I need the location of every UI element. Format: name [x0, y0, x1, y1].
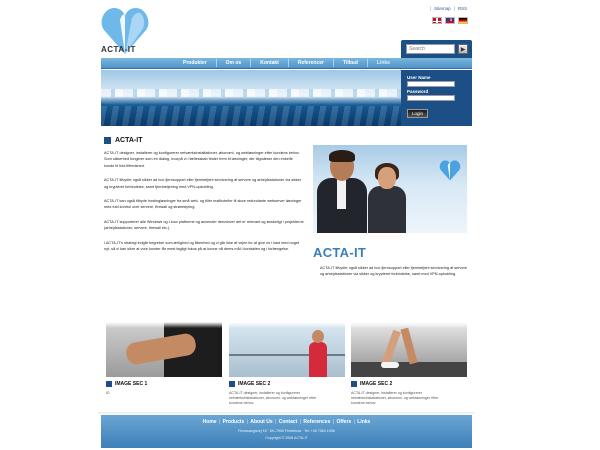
header-banner-image — [101, 70, 401, 126]
pipe-separator: | — [430, 6, 432, 11]
main-paragraph: I ACTA-IT's strategi indgår begreber som… — [104, 240, 300, 252]
runner-body — [309, 342, 327, 377]
nav-item-links[interactable]: Links — [368, 59, 399, 67]
square-bullet-icon — [104, 137, 111, 144]
fade-overlay — [351, 322, 467, 328]
woman-figure — [368, 186, 406, 233]
thumbnail-image-3[interactable] — [351, 322, 467, 377]
fade-overlay — [229, 322, 345, 328]
acta-it-logo-watermark — [439, 160, 461, 181]
nav-item-tilbud[interactable]: Tilbud — [334, 59, 368, 67]
footer-link-about-us[interactable]: About Us — [250, 419, 272, 425]
nav-item-produkter[interactable]: Produkter — [174, 59, 217, 67]
password-label: Password — [407, 89, 429, 94]
square-bullet-icon — [229, 381, 235, 387]
thumbnail-caption-1: ID — [106, 391, 110, 395]
pipe-separator: | — [245, 419, 250, 425]
thumbnail-title-1: IMAGE SEC 1 — [106, 381, 147, 387]
main-paragraph: ACTA-IT tilbyder også sikker ad hoc fjer… — [104, 178, 302, 189]
footer-link-home[interactable]: Home — [203, 419, 217, 425]
footer: Home | Products | About Us | Contact | R… — [101, 415, 472, 448]
footer-link-links[interactable]: Links — [357, 419, 370, 425]
thumbnail-title-3: IMAGE SEC 2 — [351, 381, 392, 387]
thumbnail-image-1[interactable] — [106, 322, 222, 377]
leg-shape — [381, 329, 401, 367]
runner-head — [312, 330, 324, 343]
logo-text: ACTA-IT — [101, 45, 136, 54]
footer-link-contact[interactable]: Contact — [279, 419, 298, 425]
footer-link-offers[interactable]: Offers — [336, 419, 351, 425]
pipe-separator: | — [217, 419, 222, 425]
login-button[interactable]: Login — [407, 109, 429, 118]
username-label: User Name — [407, 75, 431, 80]
thumbnail-caption-3: ACTA-IT designer, installerer og konfigu… — [351, 391, 439, 405]
banner-mountains — [101, 89, 401, 97]
nav-item-kontakt[interactable]: Kontakt — [251, 59, 289, 67]
thumbnail-title-text: IMAGE SEC 1 — [115, 381, 148, 387]
square-bullet-icon — [351, 381, 357, 387]
feature-text: ACTA-IT tilbyder også sikker ad hoc fjer… — [320, 266, 467, 277]
footer-link-references[interactable]: References — [303, 419, 330, 425]
main-paragraph: ACTA-IT kan også tilbyde hostingløsninge… — [104, 199, 302, 210]
pipe-separator: | — [453, 6, 455, 11]
nav-item-om-os[interactable]: Om os — [217, 59, 252, 67]
password-field[interactable] — [407, 95, 455, 101]
railing-shape — [229, 354, 345, 356]
feature-title: ACTA-IT — [313, 245, 367, 260]
footer-links: Home | Products | About Us | Contact | R… — [101, 419, 472, 425]
main-navigation: Produkter Om os Kontakt Referencer Tilbu… — [101, 58, 472, 69]
nav-item-referencer[interactable]: Referencer — [289, 59, 334, 67]
shoe-shape — [381, 362, 399, 368]
woman-head — [378, 167, 396, 189]
main-title-text: ACTA-IT — [115, 137, 143, 144]
square-bullet-icon — [106, 381, 112, 387]
main-paragraph: ACTA-IT designer, installerer og konfigu… — [104, 151, 300, 168]
login-panel: User Name Password Login — [401, 70, 472, 126]
pipe-separator: | — [352, 419, 357, 425]
leg-shape — [400, 327, 418, 365]
footer-address: Firmavangsvej 18 · DK-7900 Fredericia · … — [238, 429, 335, 433]
man-hair — [329, 150, 355, 162]
sitemap-link[interactable]: Sitemap — [434, 6, 451, 11]
arrow-right-icon: ▶ — [460, 46, 466, 53]
danish-flag-icon[interactable] — [432, 17, 442, 24]
german-flag-icon[interactable] — [458, 17, 468, 24]
pipe-separator: | — [298, 419, 303, 425]
thumbnail-image-2[interactable] — [229, 322, 345, 377]
thumbnail-title-2: IMAGE SEC 2 — [229, 381, 270, 387]
top-utility-links: | Sitemap | RSS — [430, 6, 467, 11]
search-input[interactable] — [406, 44, 455, 54]
banner-sea — [101, 106, 401, 126]
fade-overlay — [106, 322, 222, 328]
search-button[interactable]: ▶ — [458, 44, 468, 54]
uk-flag-icon[interactable] — [445, 17, 455, 24]
pipe-separator: | — [331, 419, 336, 425]
feature-image-business-people — [313, 145, 467, 233]
pipe-separator: | — [273, 419, 278, 425]
search-panel: ▶ — [401, 40, 472, 59]
username-field[interactable] — [407, 81, 455, 87]
thumbnail-title-text: IMAGE SEC 2 — [238, 381, 271, 387]
thumbnail-caption-2: ACTA-IT designer, installerer og konfigu… — [229, 391, 317, 405]
thumbnail-title-text: IMAGE SEC 2 — [360, 381, 393, 387]
footer-link-products[interactable]: Products — [223, 419, 245, 425]
main-content: ACTA-IT ACTA-IT designer, installerer og… — [104, 137, 304, 252]
footer-copyright: Copyright © 2008 ACTA-IT — [265, 436, 308, 440]
main-title: ACTA-IT — [104, 137, 304, 144]
main-paragraph: ACTA-IT supporterer alle Windows og Linu… — [104, 219, 304, 231]
shirt-shape — [337, 179, 346, 209]
language-selector — [432, 17, 468, 24]
rss-link[interactable]: RSS — [458, 6, 467, 11]
